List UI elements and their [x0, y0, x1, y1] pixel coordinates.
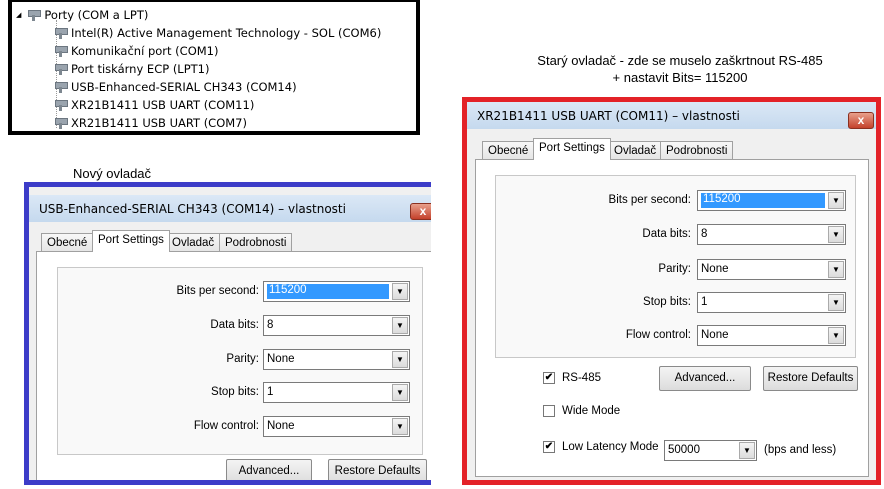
close-icon[interactable]: x	[848, 112, 874, 129]
chevron-down-icon: ▼	[392, 317, 408, 334]
bits-per-second-label: Bits per second:	[608, 194, 691, 206]
port-icon	[54, 63, 68, 76]
tab-driver[interactable]: Ovladač	[608, 141, 663, 160]
flow-control-select[interactable]: None ▼	[697, 325, 846, 346]
bits-per-second-select[interactable]: 115200 ▼	[263, 281, 410, 302]
close-icon[interactable]: x	[410, 203, 431, 220]
parity-label: Parity:	[226, 353, 259, 365]
rs485-checkbox[interactable]: ✔ RS-485	[543, 372, 601, 384]
chevron-down-icon: ▼	[392, 418, 408, 435]
stop-bits-select[interactable]: 1 ▼	[263, 382, 410, 403]
chevron-down-icon: ▼	[392, 384, 408, 401]
wide-mode-checkbox[interactable]: Wide Mode	[543, 405, 620, 417]
low-latency-checkbox[interactable]: ✔ Low Latency Mode	[543, 441, 659, 453]
tab-driver[interactable]: Ovladač	[166, 233, 221, 252]
checkbox-checked-icon[interactable]: ✔	[543, 372, 555, 384]
flow-control-select[interactable]: None ▼	[263, 416, 410, 437]
port-settings-panel: Bits per second: 115200 ▼ Data bits: 8 ▼ P…	[475, 159, 869, 477]
stop-bits-label: Stop bits:	[643, 296, 691, 308]
port-icon	[54, 99, 68, 112]
bits-per-second-select[interactable]: 115200 ▼	[697, 190, 846, 211]
advanced-button[interactable]: Advanced...	[659, 366, 751, 391]
low-latency-select[interactable]: 50000 ▼	[664, 440, 757, 461]
tab-general[interactable]: Obecné	[41, 233, 94, 252]
checkbox-unchecked-icon[interactable]	[543, 405, 555, 417]
port-icon	[54, 45, 68, 58]
chevron-down-icon: ▼	[828, 261, 844, 278]
dialog-title: USB-Enhanced-SERIAL CH343 (COM14) – vlas…	[29, 195, 431, 222]
data-bits-select[interactable]: 8 ▼	[697, 224, 846, 245]
chevron-down-icon: ▼	[828, 226, 844, 243]
data-bits-select[interactable]: 8 ▼	[263, 315, 410, 336]
flow-control-label: Flow control:	[193, 420, 259, 432]
data-bits-label: Data bits:	[642, 228, 691, 240]
port-icon	[54, 27, 68, 40]
expand-arrow-icon[interactable]: ◢	[16, 11, 21, 19]
port-icon	[54, 81, 68, 94]
old-driver-caption-line1: Starý ovladač - zde se muselo zaškrtnout…	[537, 53, 823, 68]
stop-bits-select[interactable]: 1 ▼	[697, 292, 846, 313]
tree-item[interactable]: Komunikační port (COM1)	[54, 42, 218, 60]
tree-item[interactable]: USB-Enhanced-SERIAL CH343 (COM14)	[54, 78, 297, 96]
tree-category-ports[interactable]: ◢ Porty (COM a LPT)	[16, 6, 148, 24]
new-driver-properties-dialog: USB-Enhanced-SERIAL CH343 (COM14) – vlas…	[24, 182, 431, 485]
chevron-down-icon: ▼	[828, 192, 844, 209]
tree-item[interactable]: Port tiskárny ECP (LPT1)	[54, 60, 209, 78]
port-icon	[54, 117, 68, 130]
chevron-down-icon: ▼	[739, 442, 755, 459]
chevron-down-icon: ▼	[392, 351, 408, 368]
restore-defaults-button[interactable]: Restore Defaults	[328, 459, 427, 480]
new-driver-caption: Nový ovladač	[73, 166, 152, 181]
device-manager-tree: ◢ Porty (COM a LPT) Intel(R) Active Mana…	[8, 0, 420, 135]
flow-control-label: Flow control:	[625, 329, 691, 341]
dialog-title: XR21B1411 USB UART (COM11) – vlastnosti	[467, 102, 876, 129]
checkbox-checked-icon[interactable]: ✔	[543, 441, 555, 453]
port-icon	[27, 9, 42, 22]
old-driver-caption-line2: + nastavit Bits= 115200	[612, 70, 748, 85]
tab-details[interactable]: Podrobnosti	[219, 233, 293, 252]
restore-defaults-button[interactable]: Restore Defaults	[763, 366, 858, 391]
parity-select[interactable]: None ▼	[263, 349, 410, 370]
chevron-down-icon: ▼	[392, 283, 408, 300]
bits-per-second-label: Bits per second:	[176, 285, 259, 297]
stop-bits-label: Stop bits:	[211, 386, 259, 398]
tab-general[interactable]: Obecné	[482, 141, 535, 160]
tab-port-settings[interactable]: Port Settings	[533, 138, 611, 160]
old-driver-properties-dialog: XR21B1411 USB UART (COM11) – vlastnosti …	[462, 97, 881, 485]
parity-label: Parity:	[658, 263, 691, 275]
tree-item[interactable]: XR21B1411 USB UART (COM7)	[54, 114, 247, 132]
bps-suffix-label: (bps and less)	[764, 444, 837, 456]
tree-item[interactable]: XR21B1411 USB UART (COM11)	[54, 96, 254, 114]
tree-item[interactable]: Intel(R) Active Management Technology - …	[54, 24, 381, 42]
tab-port-settings[interactable]: Port Settings	[92, 230, 170, 252]
port-settings-panel: Bits per second: 115200 ▼ Data bits: 8 ▼ P…	[36, 251, 431, 480]
advanced-button[interactable]: Advanced...	[226, 459, 312, 480]
chevron-down-icon: ▼	[828, 294, 844, 311]
tab-details[interactable]: Podrobnosti	[660, 141, 734, 160]
chevron-down-icon: ▼	[828, 327, 844, 344]
parity-select[interactable]: None ▼	[697, 259, 846, 280]
data-bits-label: Data bits:	[210, 319, 259, 331]
